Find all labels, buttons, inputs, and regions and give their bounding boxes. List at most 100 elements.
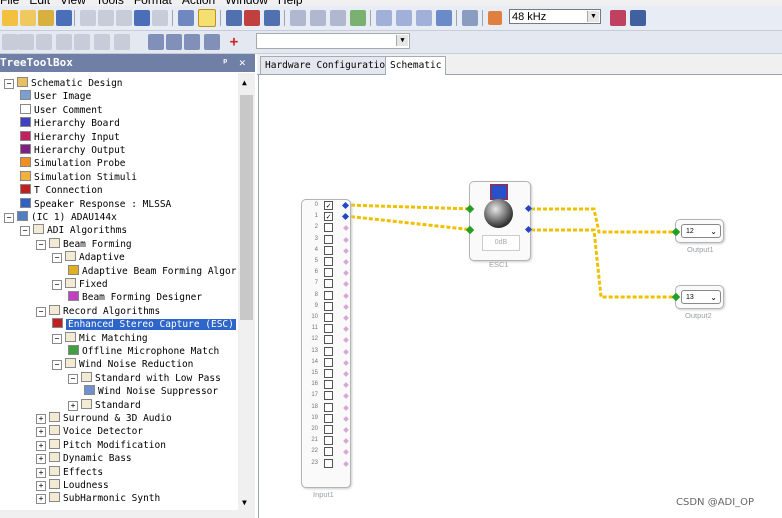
channel-checkbox[interactable]	[324, 223, 333, 233]
expand-icon[interactable]: +	[36, 454, 46, 465]
tool-c-icon[interactable]	[416, 10, 432, 26]
cut-icon[interactable]	[80, 10, 96, 26]
channel-checkbox[interactable]	[324, 324, 333, 334]
channel-checkbox[interactable]: ✓	[324, 212, 333, 222]
align-icon[interactable]	[290, 10, 306, 26]
probe-tool-icon[interactable]	[630, 10, 646, 26]
copy-icon[interactable]	[98, 10, 114, 26]
format-icon[interactable]	[204, 34, 220, 50]
view-icon[interactable]	[226, 10, 242, 26]
chevron-down-icon[interactable]: ▼	[396, 35, 408, 46]
tree-item[interactable]: + Dynamic Bass	[36, 452, 132, 465]
align-center-icon[interactable]	[74, 34, 90, 50]
channel-checkbox[interactable]	[324, 391, 333, 401]
align-top-icon[interactable]	[2, 34, 18, 50]
channel-checkbox[interactable]	[324, 357, 333, 367]
channel-checkbox[interactable]	[324, 313, 333, 322]
channel-checkbox[interactable]	[324, 436, 333, 446]
tree-item[interactable]: Beam Forming Designer	[68, 291, 202, 304]
tree-item[interactable]: − (IC 1) ADAU144x	[4, 211, 117, 224]
tool-b-icon[interactable]	[396, 10, 412, 26]
channel-checkbox[interactable]	[324, 234, 333, 244]
channel-checkbox[interactable]: ✓	[324, 201, 333, 210]
channel-checkbox[interactable]	[324, 458, 333, 468]
esc-gain-value[interactable]: 0dB	[482, 235, 520, 251]
pin-icon[interactable]: ᵖ	[222, 54, 229, 72]
align-right-icon[interactable]	[94, 34, 110, 50]
undo-icon[interactable]	[134, 10, 150, 26]
pointer-icon[interactable]	[198, 9, 216, 27]
tree-item[interactable]: − Mic Matching	[52, 331, 148, 345]
tree-item[interactable]: Speaker Response : MLSSA	[20, 197, 171, 211]
group-icon[interactable]	[330, 10, 346, 26]
expand-icon[interactable]: +	[36, 467, 46, 478]
channel-checkbox[interactable]	[324, 346, 333, 356]
collapse-icon[interactable]: −	[4, 79, 14, 89]
tree-item[interactable]: + Standard	[68, 398, 141, 412]
record-icon[interactable]	[244, 10, 260, 26]
tree-item[interactable]: + Voice Detector	[36, 425, 143, 438]
size-icon[interactable]	[114, 34, 130, 50]
collapse-icon[interactable]: −	[52, 280, 62, 290]
connect-icon[interactable]	[350, 10, 366, 26]
expand-icon[interactable]: +	[36, 427, 46, 438]
collapse-icon[interactable]: −	[20, 226, 30, 237]
collapse-icon[interactable]: −	[36, 239, 46, 250]
expand-icon[interactable]: +	[36, 414, 46, 424]
tab-hardware-configuration[interactable]: Hardware Configuration	[260, 56, 396, 74]
expand-icon[interactable]: +	[36, 481, 46, 491]
esc-block[interactable]: 0dB	[469, 181, 531, 261]
new-icon[interactable]	[2, 10, 18, 26]
scroll-thumb[interactable]	[240, 95, 253, 320]
link-compile-icon[interactable]	[178, 10, 194, 26]
channel-checkbox[interactable]	[324, 369, 333, 378]
save-icon[interactable]	[56, 10, 72, 26]
collapse-icon[interactable]: −	[52, 253, 62, 264]
align-middle-icon[interactable]	[18, 34, 34, 50]
channel-checkbox[interactable]	[324, 245, 333, 255]
toolbar-combo[interactable]: ▼	[256, 33, 410, 49]
tree-item[interactable]: Hierarchy Input	[20, 130, 120, 144]
collapse-icon[interactable]: −	[52, 360, 62, 371]
tree-item[interactable]: − ADI Algorithms	[20, 224, 127, 237]
tree-item[interactable]: Hierarchy Output	[20, 144, 126, 157]
tree-item[interactable]: − Record Algorithms	[36, 304, 160, 318]
align-bottom-icon[interactable]	[36, 34, 52, 50]
tree-item[interactable]: + SubHarmonic Synth	[36, 492, 160, 505]
scroll-down-icon[interactable]: ▼	[242, 498, 247, 507]
channel-checkbox[interactable]	[324, 290, 333, 300]
collapse-icon[interactable]: −	[36, 306, 46, 317]
tree-item[interactable]: Hierarchy Board	[20, 117, 120, 130]
collapse-icon[interactable]: −	[52, 333, 62, 344]
collapse-icon[interactable]: −	[68, 373, 78, 384]
channel-checkbox[interactable]	[324, 257, 333, 266]
bold-icon[interactable]	[166, 34, 182, 50]
color-icon[interactable]	[184, 34, 200, 50]
tab-schematic[interactable]: Schematic	[385, 56, 447, 75]
channel-checkbox[interactable]	[324, 268, 333, 278]
expand-icon[interactable]: +	[36, 494, 46, 505]
collapse-icon[interactable]: −	[4, 213, 14, 223]
tree-item[interactable]: + Surround & 3D Audio	[36, 412, 172, 425]
expand-icon[interactable]: +	[36, 440, 46, 451]
settings-icon[interactable]	[610, 10, 626, 26]
tree-item[interactable]: − Fixed	[52, 278, 108, 291]
sample-rate-select[interactable]: 48 kHz ▼	[509, 9, 601, 24]
channel-checkbox[interactable]	[324, 447, 333, 457]
tree-item[interactable]: T Connection	[20, 184, 103, 197]
channel-checkbox[interactable]	[324, 335, 333, 345]
tree-item[interactable]: + Effects	[36, 465, 103, 479]
font-a-icon[interactable]	[148, 34, 164, 50]
knob-icon[interactable]	[484, 199, 513, 228]
open-icon[interactable]	[20, 10, 36, 26]
tree-item[interactable]: − Schematic Design	[4, 77, 123, 90]
tree-item[interactable]: Offline Microphone Match	[68, 345, 219, 358]
channel-checkbox[interactable]	[324, 301, 333, 311]
tree-item[interactable]: Adaptive Beam Forming Algorith	[68, 264, 237, 278]
distribute-icon[interactable]	[310, 10, 326, 26]
open-folder-icon[interactable]	[38, 10, 54, 26]
paste-icon[interactable]	[116, 10, 132, 26]
channel-checkbox[interactable]	[324, 425, 333, 434]
tree-item[interactable]: − Standard with Low Pass	[68, 371, 221, 385]
tree-item[interactable]: − Wind Noise Reduction	[52, 358, 193, 371]
